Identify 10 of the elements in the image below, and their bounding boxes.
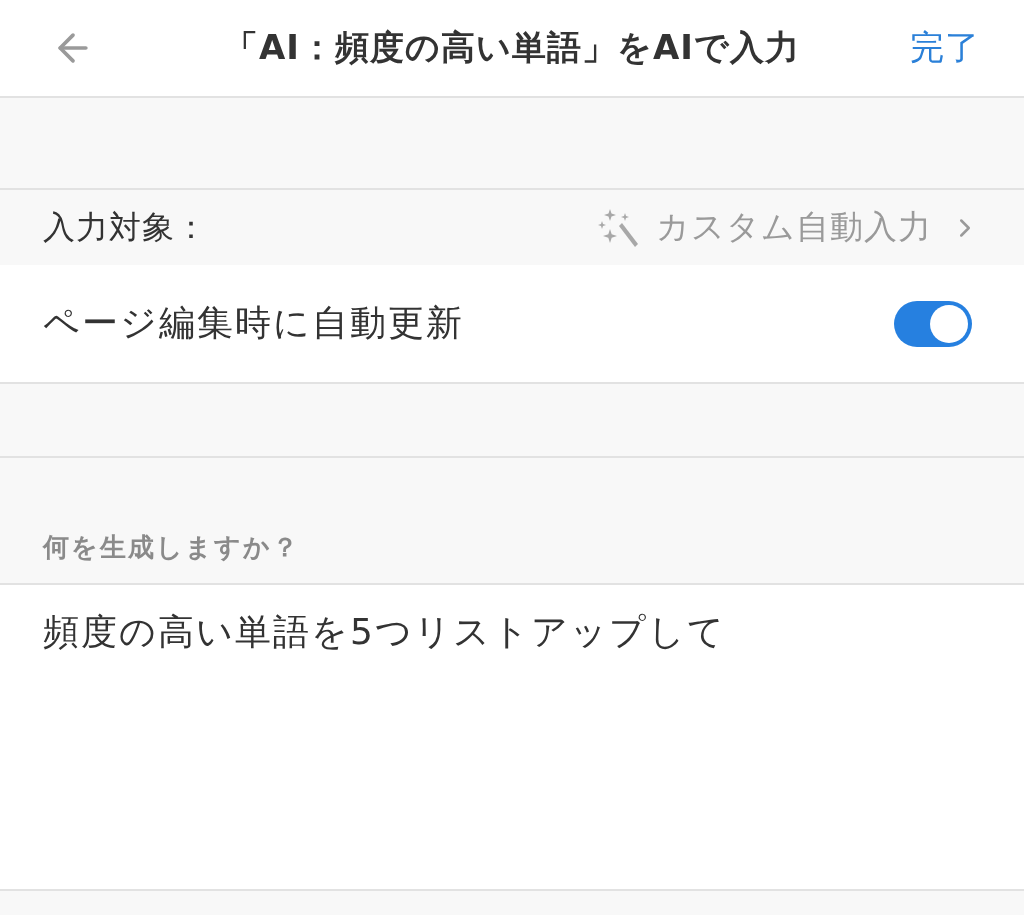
target-label: 入力対象： — [43, 206, 208, 248]
auto-update-label: ページ編集時に自動更新 — [43, 301, 464, 345]
target-selector[interactable]: カスタム自動入力 — [598, 205, 980, 250]
page-title: 「AI：頻度の高い単語」をAIで入力 — [223, 26, 801, 69]
auto-update-toggle[interactable] — [894, 300, 972, 347]
toggle-knob — [930, 304, 968, 343]
done-button[interactable]: 完了 — [906, 21, 984, 75]
sparkle-wand-icon — [598, 208, 638, 247]
prompt-field[interactable]: 頻度の高い単語を5つリストアップして — [0, 585, 1024, 891]
prompt-label: 何を生成しますか？ — [43, 531, 300, 564]
